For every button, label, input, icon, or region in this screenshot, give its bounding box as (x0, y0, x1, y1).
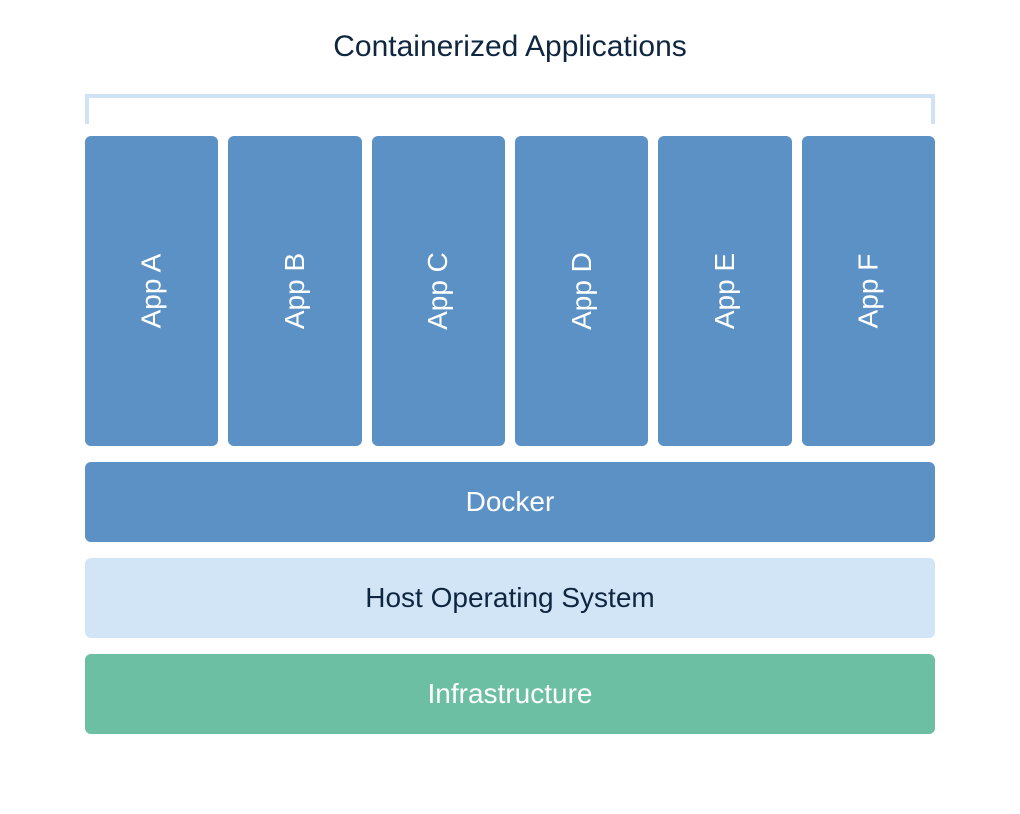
app-box-e: App E (658, 136, 791, 446)
app-box-f: App F (802, 136, 935, 446)
app-label-c: App C (422, 252, 454, 330)
app-label-d: App D (566, 252, 598, 330)
diagram-title: Containerized Applications (85, 30, 935, 64)
app-box-b: App B (228, 136, 361, 446)
host-os-layer: Host Operating System (85, 558, 935, 638)
app-label-f: App F (852, 254, 884, 329)
app-box-c: App C (372, 136, 505, 446)
app-box-a: App A (85, 136, 218, 446)
apps-bracket (85, 94, 935, 124)
app-label-e: App E (709, 253, 741, 329)
infrastructure-layer: Infrastructure (85, 654, 935, 734)
app-box-d: App D (515, 136, 648, 446)
apps-row: App A App B App C App D App E App F (85, 136, 935, 446)
app-label-b: App B (279, 253, 311, 329)
docker-layer: Docker (85, 462, 935, 542)
app-label-a: App A (136, 254, 168, 329)
